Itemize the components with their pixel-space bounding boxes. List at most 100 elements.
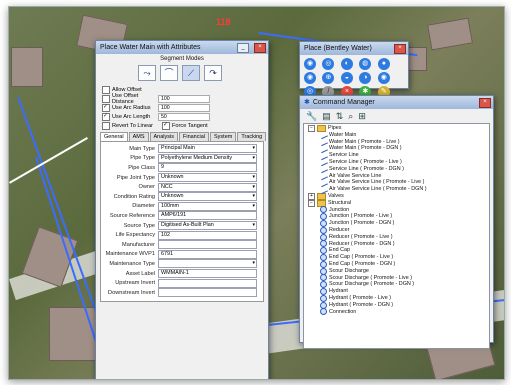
chevron-down-icon[interactable]: ▾ [252,203,255,210]
attribute-dropdown[interactable]: 100mm ▾ [158,201,257,211]
attribute-dropdown[interactable]: Unknown ▾ [158,192,257,202]
tab-general[interactable]: General [100,132,128,141]
tree-folder[interactable]: − Pipes [306,124,487,132]
attribute-dropdown[interactable]: ▾ [158,259,257,269]
tree-item[interactable]: Service Line [306,151,487,160]
arc-radius-field[interactable]: 100 [158,103,210,112]
segment-mode-arc-icon[interactable]: ⌒ [160,65,178,81]
tree-item[interactable]: Water Main [306,130,487,140]
force-tangent-checkbox[interactable] [162,121,170,130]
tree-folder[interactable]: + Valves [306,192,487,200]
allow-offset-checkbox[interactable] [102,85,110,94]
tree-item[interactable]: Service Line ( Promote - DGN ) [306,164,487,174]
place-meter-icon[interactable]: ◍ [359,58,372,70]
tree-item[interactable]: Water Main ( Promote - DGN ) [306,144,487,153]
option-arc-length[interactable]: Use Arc Length 50 [96,112,268,121]
place-valve-icon[interactable]: ◎ [322,58,335,70]
offset-distance-field[interactable]: 100 [158,94,210,103]
attribute-dropdown[interactable]: Principal Main ▾ [158,144,257,154]
chevron-down-icon[interactable]: ▾ [252,174,255,181]
segment-mode-curve-icon[interactable]: ⤳ [138,65,156,81]
tree-item[interactable]: Hydrant ( Promote - Live ) [306,294,487,302]
tab-system[interactable]: System [210,132,237,141]
toolbox-close-button[interactable]: × [394,43,406,54]
attribute-field[interactable] [158,240,257,250]
sort-icon[interactable]: ⇅ [336,111,344,122]
tree-item[interactable]: Hydrant [306,288,487,296]
place-reducer-icon[interactable]: ◑ [359,72,372,84]
attribute-field[interactable] [158,278,257,288]
tree-item[interactable]: Scour Discharge ( Promote - DGN ) [306,281,487,289]
tab-financial[interactable]: Financial [178,132,209,141]
tree-item[interactable]: End Cap [306,247,487,255]
wrench-icon[interactable]: 🔧 [306,111,317,122]
chevron-down-icon[interactable]: ▾ [252,145,255,152]
search-icon[interactable]: ⌕ [348,111,353,122]
tree-item[interactable]: Junction ( Promote - Live ) [306,213,487,221]
arc-radius-checkbox[interactable] [102,103,110,112]
command-manager-titlebar[interactable]: ✱ Command Manager × [300,96,493,109]
arc-length-field[interactable]: 50 [158,112,210,121]
place-junction-icon[interactable]: ⊕ [322,72,335,84]
node-icon [320,226,327,234]
attribute-dropdown[interactable]: Digitised As-Built Plan ▾ [158,221,257,231]
chevron-down-icon[interactable]: ▾ [252,222,255,229]
collapse-icon[interactable]: − [308,199,315,207]
place-fitting-icon[interactable]: ● [377,58,390,70]
tree-folder[interactable]: − Structural [306,199,487,207]
minimize-button[interactable]: _ [237,42,249,53]
tree-item[interactable]: Reducer ( Promote - Live ) [306,233,487,241]
tree-item[interactable]: Air Valve Service Line ( Promote - Live … [306,178,487,187]
attribute-dropdown[interactable]: NCC ▾ [158,182,257,192]
tree-item[interactable]: Junction ( Promote - DGN ) [306,220,487,228]
tree-item-label: Junction ( Promote - DGN ) [329,220,395,227]
attribute-dropdown[interactable]: Unknown ▾ [158,173,257,183]
place-scour-icon[interactable]: ◉ [377,72,390,84]
attribute-field[interactable]: 9 [158,163,257,173]
tab-analysis[interactable]: Analysis [149,132,178,141]
place-hydrant-icon[interactable]: ◐ [340,58,353,70]
filter-icon[interactable]: ▤ [322,111,331,122]
tree-item[interactable]: Air Valve Service Line ( Promote - DGN ) [306,185,487,194]
place-tap-icon[interactable]: ◒ [340,72,353,84]
dialog-titlebar[interactable]: Place Water Main with Attributes _ × [96,41,268,54]
arc-length-checkbox[interactable] [102,112,110,121]
tree-item[interactable]: Connection [306,308,487,316]
tree-item[interactable]: Air Valve Service Line [306,171,487,181]
tree-item[interactable]: Water Main ( Promote - Live ) [306,137,487,147]
tree-item[interactable]: Junction [306,206,487,214]
zoom-icon[interactable]: ⊞ [358,111,366,122]
attribute-field[interactable]: WMMAIN-1 [158,269,257,279]
tree-item[interactable]: Scour Discharge [306,267,487,275]
chevron-down-icon[interactable]: ▾ [252,260,255,267]
tree-item[interactable]: Service Line ( Promote - Live ) [306,158,487,167]
attribute-field[interactable]: 6791 [158,249,257,259]
offset-distance-checkbox[interactable] [102,94,110,103]
tree-item[interactable]: End Cap ( Promote - DGN ) [306,260,487,268]
command-manager-close-button[interactable]: × [479,97,491,108]
revert-to-linear-checkbox[interactable] [102,121,110,130]
close-button[interactable]: × [254,42,266,53]
place-pipe-icon[interactable]: ◉ [304,58,316,70]
segment-mode-tangent-icon[interactable]: ↷ [204,65,222,81]
option-arc-radius[interactable]: Use Arc Radius 100 [96,103,268,112]
tree-item[interactable]: Reducer [306,226,487,234]
place-node-icon[interactable]: ◉ [304,72,316,84]
attribute-field[interactable] [158,288,257,298]
tree-item[interactable]: Hydrant ( Promote - DGN ) [306,301,487,309]
chevron-down-icon[interactable]: ▾ [252,155,255,162]
attribute-value: NCC [161,183,173,190]
chevron-down-icon[interactable]: ▾ [252,184,255,191]
tab-ams[interactable]: AMS [128,132,149,141]
chevron-down-icon[interactable]: ▾ [252,193,255,200]
tree-item[interactable]: Reducer ( Promote - DGN ) [306,240,487,248]
tree-item[interactable]: End Cap ( Promote - Live ) [306,254,487,262]
option-offset-distance[interactable]: Use Offset Distance 100 [96,93,268,105]
collapse-icon[interactable]: − [308,124,315,132]
attribute-field[interactable]: 102 [158,230,257,240]
attribute-dropdown[interactable]: Polyethylene Medium Density ▾ [158,153,257,163]
attribute-field[interactable]: AMP6/191 [158,211,257,221]
tree-item[interactable]: Scour Discharge ( Promote - Live ) [306,274,487,282]
tab-tracking[interactable]: Tracking [237,132,267,141]
segment-mode-linear-icon[interactable]: ⟋ [182,65,200,81]
